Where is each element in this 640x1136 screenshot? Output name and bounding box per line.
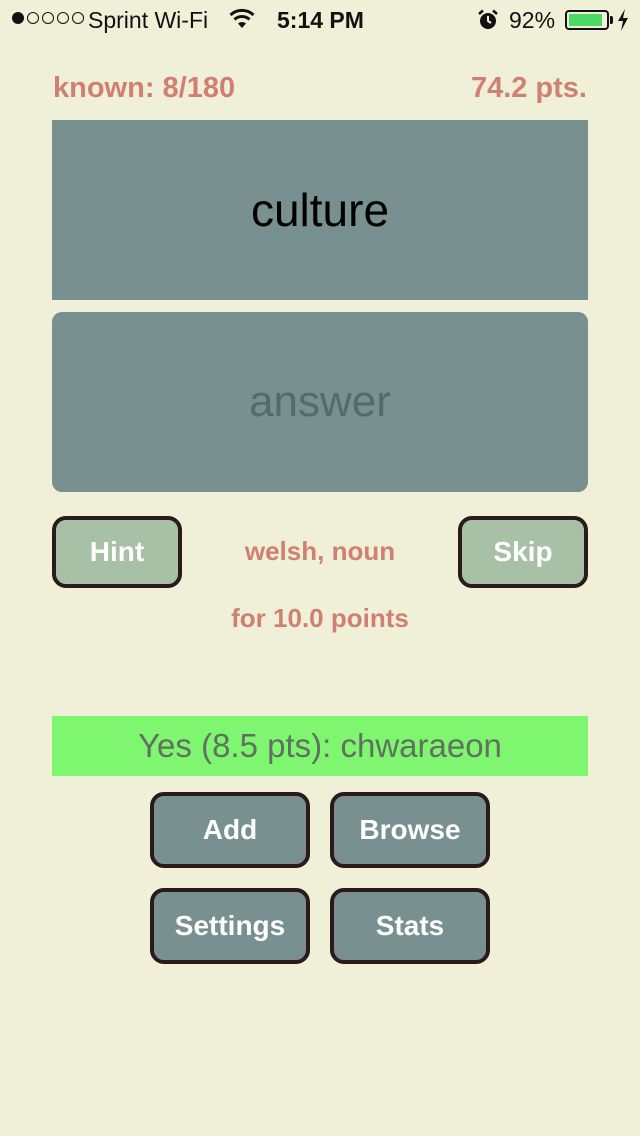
points-worth: for 10.0 points: [231, 603, 409, 633]
battery-percent: 92%: [509, 7, 556, 33]
skip-button[interactable]: Skip: [458, 516, 588, 588]
battery-icon: [565, 10, 609, 30]
alarm-icon: [477, 9, 499, 37]
status-bar: Sprint Wi-Fi 5:14 PM 92%: [0, 0, 640, 40]
word-card: culture: [52, 120, 588, 300]
carrier-name: Sprint Wi-Fi: [88, 7, 209, 33]
result-text: Yes (8.5 pts): chwaraeon: [138, 727, 502, 764]
settings-button[interactable]: Settings: [150, 888, 310, 964]
known-count: known: 8/180: [53, 72, 236, 104]
add-button[interactable]: Add: [150, 792, 310, 868]
browse-button[interactable]: Browse: [330, 792, 490, 868]
charging-bolt-icon: [616, 8, 630, 38]
signal-dots-icon: [12, 12, 84, 24]
language-part-of-speech: welsh, noun: [244, 536, 396, 566]
answer-input[interactable]: [52, 376, 588, 428]
prompt-word: culture: [250, 184, 390, 236]
battery-tip: [610, 16, 613, 24]
total-points: 74.2 pts.: [470, 72, 587, 104]
hint-button[interactable]: Hint: [52, 516, 182, 588]
status-time: 5:14 PM: [277, 7, 364, 33]
stats-button[interactable]: Stats: [330, 888, 490, 964]
wifi-icon: [229, 8, 255, 36]
result-banner: Yes (8.5 pts): chwaraeon: [52, 716, 588, 776]
answer-box[interactable]: [52, 312, 588, 492]
